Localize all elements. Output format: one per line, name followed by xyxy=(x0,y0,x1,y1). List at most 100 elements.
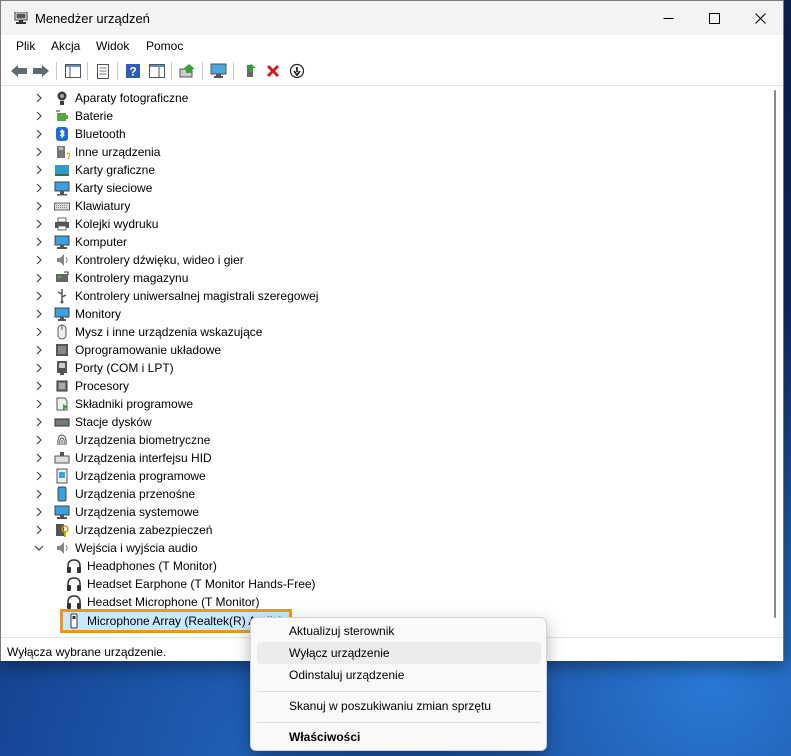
tree-category-kontrolery-uniwersalnej-magistrali-szeregowej[interactable]: Kontrolery uniwersalnej magistrali szere… xyxy=(34,287,318,305)
tree-category-karty-graficzne[interactable]: Karty graficzne xyxy=(34,161,155,179)
printer-icon xyxy=(54,216,70,232)
menu-widok[interactable]: Widok xyxy=(96,39,129,53)
expand-chevron-icon[interactable] xyxy=(34,291,44,301)
tree-category-stacje-dyskow[interactable]: Stacje dysków xyxy=(34,413,152,431)
show-hide-console-tree-button[interactable] xyxy=(63,61,83,81)
bluetooth-icon xyxy=(54,126,70,142)
tree-category-urzadzenia-przenosne[interactable]: Urządzenia przenośne xyxy=(34,485,195,503)
tree-device-label: Headset Microphone (T Monitor) xyxy=(87,595,260,609)
window-title: Menedżer urządzeń xyxy=(35,11,150,26)
context-update-driver[interactable]: Aktualizuj sterownik xyxy=(257,620,541,642)
tree-category-inne-urzadzenia[interactable]: ? Inne urządzenia xyxy=(34,143,160,161)
menu-plik[interactable]: Plik xyxy=(16,39,35,53)
tree-category-oprogramowanie-ukladowe[interactable]: Oprogramowanie układowe xyxy=(34,341,221,359)
context-scan-hardware-label: Skanuj w poszukiwaniu zmian sprzętu xyxy=(289,699,492,713)
context-disable-device[interactable]: Wyłącz urządzenie xyxy=(257,642,541,664)
tree-device-headset-earphone-t-monitor-hands-free[interactable]: Headset Earphone (T Monitor Hands-Free) xyxy=(66,575,316,593)
audio-io-icon xyxy=(54,540,70,556)
expand-chevron-icon[interactable] xyxy=(34,345,44,355)
toolbar: ? xyxy=(1,57,783,86)
expand-chevron-icon[interactable] xyxy=(34,381,44,391)
tree-category-karty-sieciowe[interactable]: Karty sieciowe xyxy=(34,179,152,197)
computer-icon xyxy=(54,234,70,250)
tree-category-kolejki-wydruku[interactable]: Kolejki wydruku xyxy=(34,215,158,233)
context-scan-hardware[interactable]: Skanuj w poszukiwaniu zmian sprzętu xyxy=(257,695,541,717)
expand-chevron-icon[interactable] xyxy=(34,309,44,319)
tree-category-baterie[interactable]: Baterie xyxy=(34,107,113,125)
expand-chevron-icon[interactable] xyxy=(34,201,44,211)
uninstall-device-button[interactable] xyxy=(263,61,283,81)
tree-category-label: Kontrolery uniwersalnej magistrali szere… xyxy=(75,289,319,303)
expand-chevron-icon[interactable] xyxy=(34,363,44,373)
expand-chevron-icon[interactable] xyxy=(34,417,44,427)
tree-category-wejscia-i-wyjscia-audio[interactable]: Wejścia i wyjścia audio xyxy=(34,539,198,557)
expand-chevron-icon[interactable] xyxy=(34,399,44,409)
expand-chevron-icon[interactable] xyxy=(34,129,44,139)
tree-category-urzadzenia-programowe[interactable]: Urządzenia programowe xyxy=(34,467,206,485)
menu-pomoc[interactable]: Pomoc xyxy=(146,39,183,53)
tree-category-urzadzenia-biometryczne[interactable]: Urządzenia biometryczne xyxy=(34,431,210,449)
disable-device-button[interactable] xyxy=(287,61,307,81)
tree-category-urzadzenia-interfejsu-hid[interactable]: Urządzenia interfejsu HID xyxy=(34,449,212,467)
action-pane-button[interactable] xyxy=(147,61,167,81)
expand-chevron-icon[interactable] xyxy=(34,435,44,445)
context-uninstall-device[interactable]: Odinstaluj urządzenie xyxy=(257,664,541,686)
minimize-button[interactable] xyxy=(645,1,691,35)
tree-category-urzadzenia-systemowe[interactable]: Urządzenia systemowe xyxy=(34,503,199,521)
expand-chevron-icon[interactable] xyxy=(34,507,44,517)
expand-chevron-icon[interactable] xyxy=(34,471,44,481)
tree-category-kontrolery-dzwieku-wideo-i-gier[interactable]: Kontrolery dźwięku, wideo i gier xyxy=(34,251,244,269)
expand-chevron-icon[interactable] xyxy=(34,255,44,265)
remove-x-icon xyxy=(266,64,280,78)
update-driver-button[interactable] xyxy=(178,61,198,81)
expand-chevron-icon[interactable] xyxy=(34,273,44,283)
tree-category-mysz-i-inne-urzadzenia-wskazujace[interactable]: Mysz i inne urządzenia wskazujące xyxy=(34,323,262,341)
maximize-button[interactable] xyxy=(691,1,737,35)
firmware-icon xyxy=(54,342,70,358)
menu-akcja[interactable]: Akcja xyxy=(51,39,80,53)
tree-device-headphones-t-monitor[interactable]: Headphones (T Monitor) xyxy=(66,557,217,575)
expand-chevron-icon[interactable] xyxy=(34,165,44,175)
tree-category-porty-com-i-lpt[interactable]: Porty (COM i LPT) xyxy=(34,359,174,377)
collapse-chevron-icon[interactable] xyxy=(34,543,44,553)
forward-button[interactable] xyxy=(31,61,51,81)
close-button[interactable] xyxy=(737,1,783,35)
expand-chevron-icon[interactable] xyxy=(34,93,44,103)
tree-category-bluetooth[interactable]: Bluetooth xyxy=(34,125,126,143)
properties-toolbar-button[interactable] xyxy=(93,61,113,81)
expand-chevron-icon[interactable] xyxy=(34,219,44,229)
expand-chevron-icon[interactable] xyxy=(34,453,44,463)
tree-category-urzadzenia-zabezpieczen[interactable]: Urządzenia zabezpieczeń xyxy=(34,521,212,539)
expand-chevron-icon[interactable] xyxy=(34,183,44,193)
tree-category-aparaty-fotograficzne[interactable]: Aparaty fotograficzne xyxy=(34,89,188,107)
tree-category-procesory[interactable]: Procesory xyxy=(34,377,129,395)
camera-icon xyxy=(54,90,70,106)
scrollbar-thumb[interactable] xyxy=(774,90,776,618)
expand-chevron-icon[interactable] xyxy=(34,237,44,247)
scan-hardware-button[interactable] xyxy=(209,61,229,81)
tree-category-label: Urządzenia interfejsu HID xyxy=(75,451,212,465)
tree-category-label: Wejścia i wyjścia audio xyxy=(75,541,198,555)
tree-device-headset-microphone-t-monitor[interactable]: Headset Microphone (T Monitor) xyxy=(66,593,260,611)
add-legacy-hardware-button[interactable] xyxy=(241,61,261,81)
expand-chevron-icon[interactable] xyxy=(34,147,44,157)
device-tree[interactable]: Aparaty fotograficzne Baterie Bluetooth? In… xyxy=(7,87,767,635)
expand-chevron-icon[interactable] xyxy=(34,327,44,337)
disable-device-icon xyxy=(289,63,305,79)
mouse-icon xyxy=(54,324,70,340)
tree-category-kontrolery-magazynu[interactable]: Kontrolery magazynu xyxy=(34,269,188,287)
toolbar-separator xyxy=(233,62,234,80)
tree-category-klawiatury[interactable]: Klawiatury xyxy=(34,197,130,215)
tree-category-komputer[interactable]: Komputer xyxy=(34,233,127,251)
expand-chevron-icon[interactable] xyxy=(34,489,44,499)
expand-chevron-icon[interactable] xyxy=(34,111,44,121)
help-button[interactable]: ? xyxy=(123,61,143,81)
back-button[interactable] xyxy=(9,61,29,81)
vertical-scrollbar[interactable] xyxy=(767,87,783,635)
minimize-icon xyxy=(663,17,673,19)
tree-category-skladniki-programowe[interactable]: Składniki programowe xyxy=(34,395,193,413)
svg-text:?: ? xyxy=(129,65,136,79)
expand-chevron-icon[interactable] xyxy=(34,525,44,535)
context-properties[interactable]: Właściwości xyxy=(257,726,541,748)
tree-category-monitory[interactable]: Monitory xyxy=(34,305,121,323)
